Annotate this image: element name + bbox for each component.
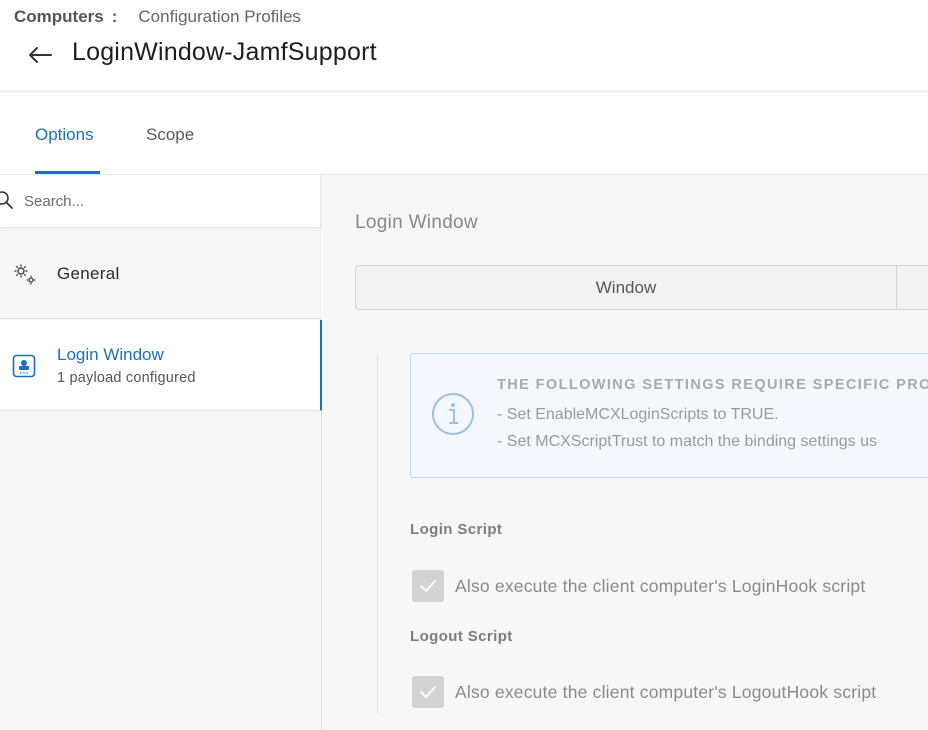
sidebar-item-login-window[interactable]: Login Window 1 payload configured xyxy=(0,320,322,411)
subtab-window[interactable]: Window xyxy=(356,266,897,309)
search-bar xyxy=(0,175,320,227)
active-tab-indicator xyxy=(35,171,100,174)
login-hook-checkbox[interactable] xyxy=(412,570,444,602)
payload-settings-panel: Login Window Window THE FOLLOWING SETTIN… xyxy=(323,175,928,730)
info-line: - Set MCXScriptTrust to match the bindin… xyxy=(497,433,878,450)
login-window-icon xyxy=(12,354,36,378)
sidebar-item-general[interactable]: General xyxy=(0,230,322,319)
search-icon xyxy=(0,191,13,209)
login-hook-option[interactable]: Also execute the client computer's Login… xyxy=(412,570,865,602)
payload-count: 1 payload configured xyxy=(57,370,196,386)
info-icon xyxy=(432,393,474,435)
breadcrumb-root[interactable]: Computers xyxy=(14,7,104,27)
page: Computers : Configuration Profiles Login… xyxy=(0,0,928,730)
breadcrumb-current[interactable]: Configuration Profiles xyxy=(138,7,301,27)
info-callout: THE FOLLOWING SETTINGS REQUIRE SPECIFIC … xyxy=(410,353,928,478)
divider xyxy=(377,353,378,713)
breadcrumb: Computers : Configuration Profiles xyxy=(14,7,301,27)
sidebar-item-label: General xyxy=(57,264,120,283)
tab-options[interactable]: Options xyxy=(35,125,94,145)
tab-bar: Options Scope xyxy=(0,92,928,175)
subtab-next[interactable] xyxy=(897,266,928,309)
logout-hook-checkbox[interactable] xyxy=(412,676,444,708)
payload-sidebar: General Login Window 1 payload configure… xyxy=(0,175,322,730)
settings-subtabs: Window xyxy=(355,265,928,310)
logout-hook-checkbox-label: Also execute the client computer's Logou… xyxy=(455,681,877,702)
search-input[interactable] xyxy=(24,189,304,213)
logout-hook-option[interactable]: Also execute the client computer's Logou… xyxy=(412,676,876,708)
breadcrumb-separator: : xyxy=(111,7,118,26)
sidebar-item-label: Login Window xyxy=(57,345,164,364)
login-script-label: Login Script xyxy=(410,521,503,538)
back-button[interactable] xyxy=(26,42,54,68)
info-heading: THE FOLLOWING SETTINGS REQUIRE SPECIFIC … xyxy=(497,377,928,393)
login-hook-checkbox-label: Also execute the client computer's Login… xyxy=(455,575,866,596)
page-header: Computers : Configuration Profiles Login… xyxy=(0,0,928,92)
logout-script-label: Logout Script xyxy=(410,628,513,645)
checkmark-icon xyxy=(420,686,436,698)
section-title: Login Window xyxy=(355,212,478,233)
gears-icon xyxy=(14,264,36,285)
tab-scope[interactable]: Scope xyxy=(146,125,194,145)
arrow-left-icon xyxy=(29,47,52,63)
page-title: LoginWindow-JamfSupport xyxy=(72,38,377,66)
checkmark-icon xyxy=(420,580,436,592)
info-line: - Set EnableMCXLoginScripts to TRUE. xyxy=(497,406,779,423)
